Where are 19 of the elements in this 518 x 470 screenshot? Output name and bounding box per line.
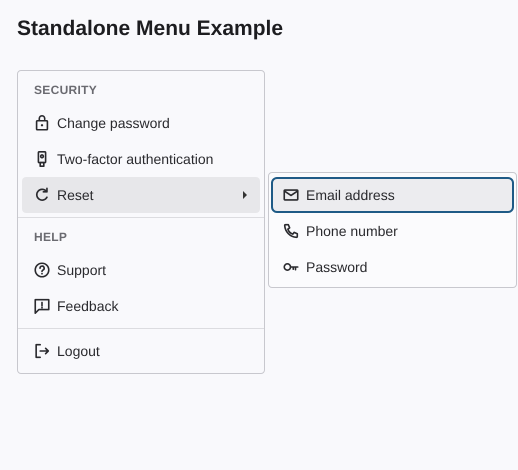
menu-item[interactable]: Email address [271, 177, 514, 213]
section-header: SECURITY [33, 82, 98, 99]
menu-item[interactable]: Support [22, 252, 260, 288]
menu-item[interactable]: Phone number [271, 213, 514, 249]
phone-icon [282, 222, 300, 240]
refresh-icon [33, 186, 51, 204]
menu-item[interactable]: Change password [22, 105, 260, 141]
section-header: HELP [33, 229, 68, 246]
menu-item[interactable]: Password [271, 249, 514, 285]
menu-item[interactable]: Feedback [22, 288, 260, 324]
logout-icon [33, 342, 51, 360]
menu-item[interactable]: Logout [22, 333, 260, 369]
lock-icon [33, 114, 51, 132]
page-title: Standalone Menu Example [17, 16, 284, 42]
menu-item[interactable]: Reset [22, 177, 260, 213]
help-icon [33, 261, 51, 279]
feedback-icon [33, 297, 51, 315]
mail-icon [282, 186, 300, 204]
menu-item[interactable]: Two-factor authentication [22, 141, 260, 177]
